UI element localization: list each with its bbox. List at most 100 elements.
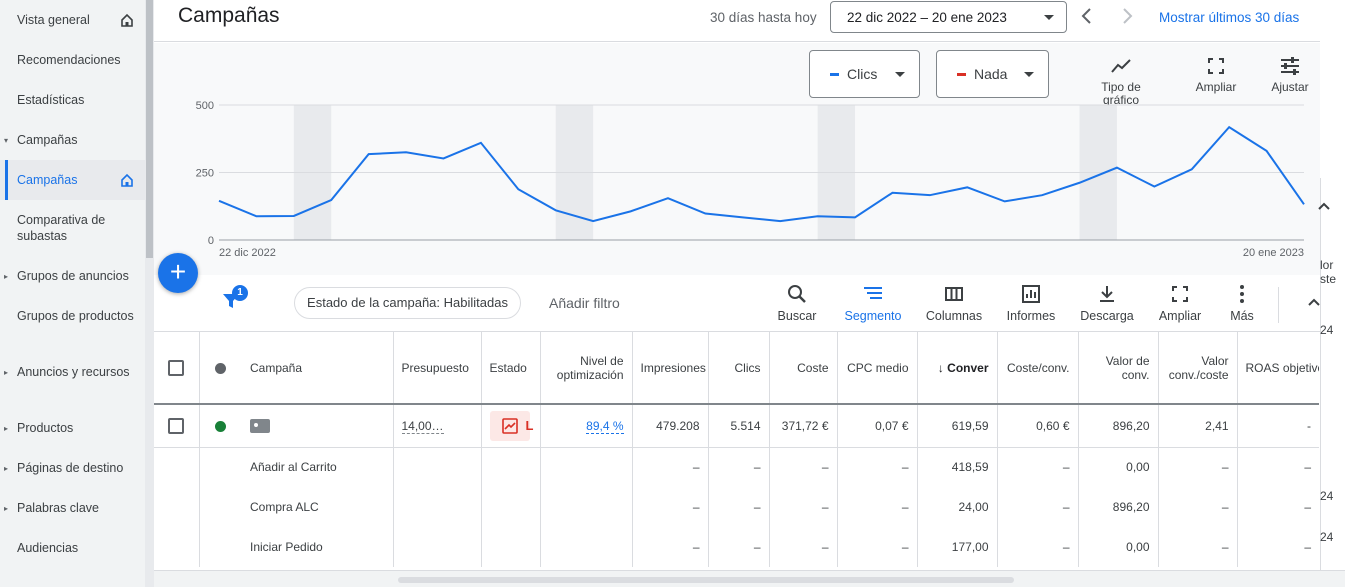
cost-cell: 371,72 € — [769, 404, 838, 448]
scrollbar-thumb[interactable] — [398, 577, 1014, 583]
sidebar-item-label: Estadísticas — [17, 93, 85, 107]
status-cell[interactable]: L — [481, 404, 541, 448]
chevron-down-icon — [895, 72, 905, 77]
header-cost-per-conv[interactable]: Coste/conv. — [997, 332, 1079, 405]
columns-tool-button[interactable]: Columnas — [922, 284, 986, 323]
sidebar-item[interactable]: Campañas — [0, 160, 145, 200]
metric1-select[interactable]: Clics — [809, 50, 920, 98]
sidebar-item[interactable]: ▾ Campañas — [0, 130, 145, 150]
select-all-checkbox[interactable] — [168, 359, 185, 376]
avg-cpc-cell: – — [837, 447, 918, 487]
header-conversions-label: Conver — [947, 360, 989, 375]
segment-tool-button[interactable]: Segmento — [841, 284, 905, 323]
target-roas-cell: – — [1304, 540, 1311, 554]
status-dot-icon — [215, 362, 227, 374]
table-row: Iniciar Pedido – – – –177,00–0,00– – — [154, 527, 1319, 567]
cost-per-conv-cell: – — [997, 487, 1079, 527]
date-range-select[interactable]: 22 dic 2022 – 20 ene 2023 — [830, 1, 1067, 33]
sidebar-item[interactable]: ▸ Productos — [0, 418, 145, 438]
sidebar-item[interactable]: ▸ Anuncios y recursos — [0, 362, 145, 402]
header-budget[interactable]: Presupuesto — [393, 332, 482, 405]
conv-value-cell: 0,00 — [1078, 447, 1159, 487]
empty-cell — [154, 487, 200, 527]
header-conv-value[interactable]: Valor de conv. — [1078, 332, 1159, 405]
empty-cell — [154, 447, 200, 487]
empty-cell — [393, 527, 482, 567]
header-optimization-score[interactable]: Nivel de optimización — [540, 332, 633, 405]
sidebar-item[interactable]: Comparativa de subastas — [0, 210, 145, 250]
sidebar-item-label: Recomendaciones — [17, 53, 121, 67]
header-clicks[interactable]: Clics — [708, 332, 770, 405]
campaign-status-filter-chip[interactable]: Estado de la campaña: Habilitadas — [294, 287, 521, 319]
header-campaign[interactable]: Campaña — [242, 332, 394, 405]
optimization-score-link[interactable]: 89,4 % — [586, 418, 624, 434]
sidebar-scrollbar[interactable] — [145, 0, 154, 587]
sidebar-item-label: Palabras clave — [17, 501, 99, 515]
collapse-up-icon[interactable] — [1316, 200, 1332, 212]
reports-tool-button[interactable]: Informes — [1002, 284, 1060, 323]
caret-right-icon: ▸ — [4, 368, 9, 377]
header-impressions[interactable]: Impresiones — [632, 332, 709, 405]
sidebar-scrollbar-thumb[interactable] — [146, 0, 153, 258]
status-dot-header — [199, 332, 242, 405]
right-edge-text: 24 — [1320, 530, 1334, 544]
header-conversions[interactable]: ↓ Conver — [917, 332, 998, 405]
adjust-chart-button[interactable]: Ajustar — [1266, 57, 1314, 94]
sidebar-item[interactable]: Vista general — [0, 10, 145, 30]
optimization-score-cell[interactable]: 89,4 % — [540, 404, 633, 448]
target-roas-cell: – — [1304, 460, 1311, 475]
header-avg-cpc[interactable]: CPC medio — [837, 332, 918, 405]
conversions-cell: 24,00 — [917, 487, 998, 527]
campaign-name-cell[interactable] — [242, 404, 394, 448]
chevron-down-icon — [1024, 72, 1034, 77]
cost-cell: – — [769, 487, 838, 527]
sidebar-item[interactable]: Recomendaciones — [0, 50, 145, 70]
chevron-down-icon — [1044, 15, 1054, 20]
empty-cell — [540, 447, 633, 487]
show-last-30-days-link[interactable]: Mostrar últimos 30 días — [1159, 10, 1299, 25]
app-root: Vista general Recomendaciones Estadísticas… — [0, 0, 1345, 587]
clicks-line-chart: 500 250 0 22 dic 2022 20 ene 2023 — [196, 100, 1305, 259]
add-button[interactable]: + — [158, 253, 198, 293]
clicks-cell: – — [708, 527, 770, 567]
more-tool-button[interactable]: Más — [1222, 284, 1262, 323]
header-target-roas[interactable]: ROAS objetivo — [1237, 332, 1319, 405]
expand-table-button[interactable]: Ampliar — [1154, 284, 1206, 323]
header-value-per-cost[interactable]: Valor conv./coste — [1158, 332, 1238, 405]
right-edge-text: 24 — [1320, 489, 1334, 503]
sidebar-item[interactable]: ▸ Palabras clave — [0, 498, 145, 518]
row-checkbox[interactable] — [168, 417, 185, 434]
header-status[interactable]: Estado — [481, 332, 541, 405]
search-tool-button[interactable]: Buscar — [772, 284, 822, 323]
empty-cell — [199, 527, 242, 567]
header-cost[interactable]: Coste — [769, 332, 838, 405]
next-period-button[interactable] — [1116, 5, 1138, 27]
empty-cell — [199, 447, 242, 487]
sidebar-item[interactable]: Audiencias — [0, 538, 145, 558]
budget-value[interactable]: 14,00… — [401, 418, 444, 434]
sidebar-item[interactable]: ▸ Páginas de destino — [0, 458, 145, 478]
sidebar: Vista general Recomendaciones Estadísticas… — [0, 0, 145, 587]
table-horizontal-scrollbar[interactable] — [154, 570, 1345, 587]
limited-status-badge[interactable]: L — [489, 410, 533, 441]
value-per-cost-cell: – — [1158, 447, 1238, 487]
metric2-select[interactable]: Nada — [936, 50, 1049, 98]
table-row[interactable]: 14,00… L 89,4 % 479.208 5.514 371,72 € 0… — [154, 404, 1319, 448]
expand-icon — [1208, 58, 1224, 74]
conv-value-cell: 896,20 — [1078, 404, 1159, 448]
columns-icon — [945, 287, 963, 301]
chevron-right-icon — [1123, 8, 1133, 24]
previous-period-button[interactable] — [1076, 5, 1098, 27]
expand-chart-button[interactable]: Ampliar — [1190, 57, 1242, 94]
sidebar-item[interactable]: Estadísticas — [0, 90, 145, 110]
sidebar-item[interactable]: Grupos de productos — [0, 306, 145, 346]
conversions-cell: 619,59 — [917, 404, 998, 448]
download-tool-button[interactable]: Descarga — [1076, 284, 1138, 323]
more-vert-icon — [1240, 285, 1244, 303]
empty-cell — [199, 487, 242, 527]
empty-cell — [481, 447, 541, 487]
add-filter-button[interactable]: Añadir filtro — [549, 295, 620, 311]
home-icon — [121, 173, 133, 187]
sidebar-item[interactable]: ▸ Grupos de anuncios — [0, 266, 145, 286]
budget-cell[interactable]: 14,00… — [393, 404, 482, 448]
